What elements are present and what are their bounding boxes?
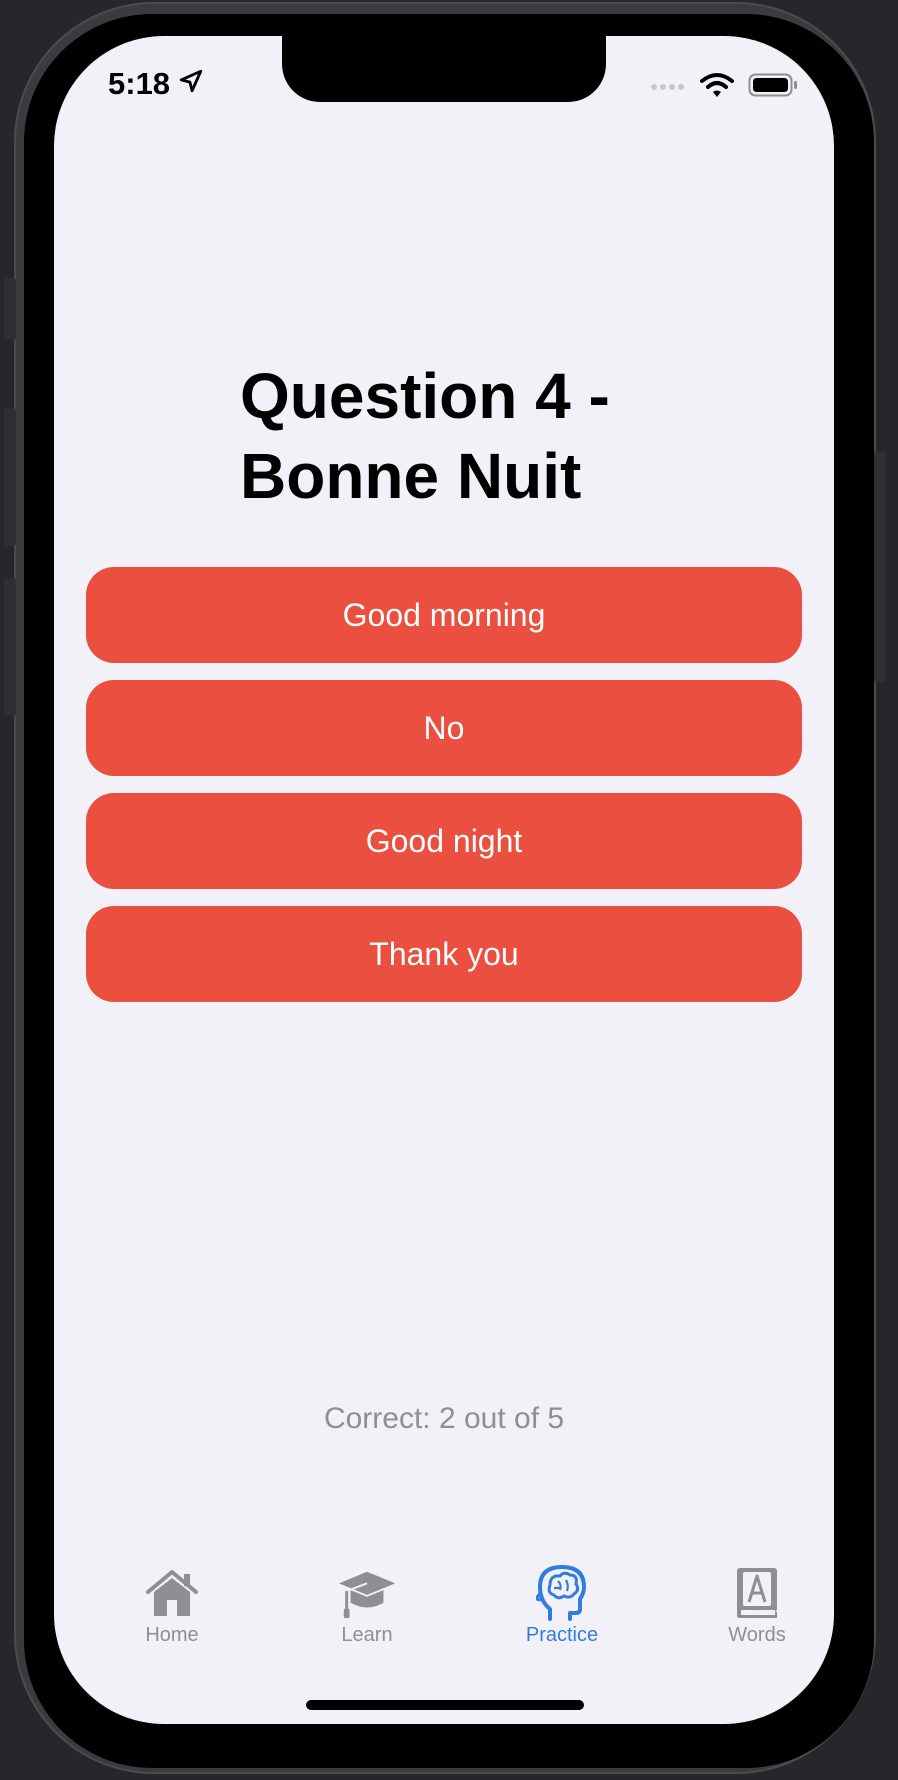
- cellular-signal-icon: [650, 79, 686, 97]
- tab-words-label: Words: [728, 1624, 786, 1646]
- score-text: Correct: 2 out of 5: [323, 1402, 565, 1435]
- tab-bar: Home Learn Practice Words: [54, 1564, 834, 1664]
- wifi-icon: [700, 72, 734, 103]
- side-button-volume-down: [4, 578, 16, 716]
- status-time-text: 5:18: [108, 66, 171, 101]
- answer-button[interactable]: Good morning: [86, 567, 802, 663]
- tab-learn[interactable]: Learn: [292, 1564, 442, 1647]
- screen: 5:18 Question 4 - Bonne Nuit Good mornin…: [54, 36, 834, 1724]
- notch: [282, 36, 606, 102]
- graduation-cap-icon: [337, 1564, 397, 1622]
- tab-home-label: Home: [145, 1624, 199, 1646]
- tab-home[interactable]: Home: [97, 1564, 247, 1647]
- question-title: Question 4 - Bonne Nuit: [240, 360, 610, 512]
- house-icon: [142, 1564, 202, 1622]
- side-button-volume-up: [4, 408, 16, 546]
- tab-words[interactable]: Words: [682, 1564, 832, 1647]
- side-button-power: [874, 452, 886, 682]
- location-arrow-icon: [178, 66, 204, 102]
- side-button-silent: [4, 278, 16, 340]
- brain-head-icon: [532, 1564, 592, 1622]
- tab-learn-label: Learn: [341, 1624, 393, 1646]
- tab-practice-label: Practice: [525, 1624, 599, 1646]
- dictionary-book-icon: [727, 1564, 787, 1622]
- answer-button[interactable]: No: [86, 680, 802, 776]
- answer-list: Good morning No Good night Thank you: [86, 567, 802, 1019]
- tab-practice[interactable]: Practice: [487, 1564, 637, 1647]
- answer-button[interactable]: Thank you: [86, 906, 802, 1002]
- battery-icon: [748, 73, 798, 102]
- home-indicator[interactable]: [306, 1700, 584, 1710]
- status-bar-time: 5:18: [108, 66, 204, 102]
- status-bar-right: [650, 72, 798, 103]
- answer-button[interactable]: Good night: [86, 793, 802, 889]
